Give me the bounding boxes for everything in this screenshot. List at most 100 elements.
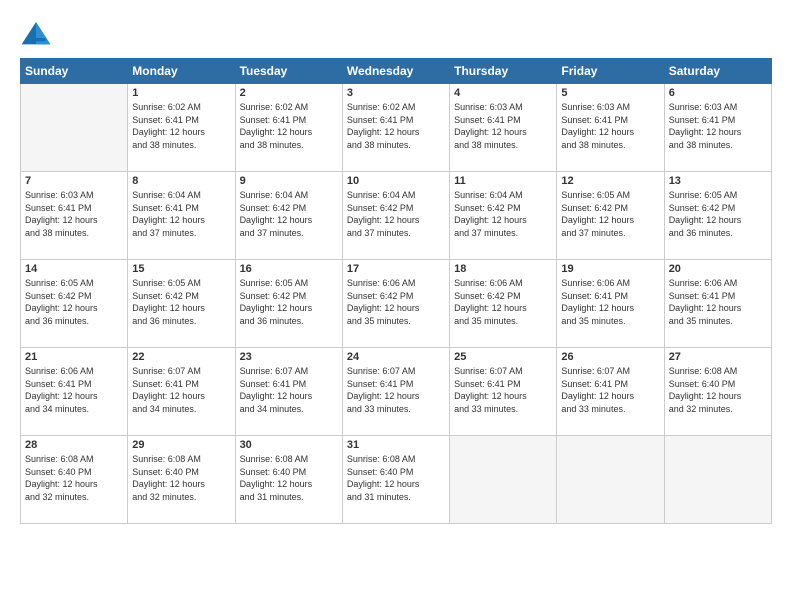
calendar-cell: 7Sunrise: 6:03 AM Sunset: 6:41 PM Daylig… [21, 172, 128, 260]
day-info: Sunrise: 6:03 AM Sunset: 6:41 PM Dayligh… [669, 101, 767, 151]
calendar-cell: 30Sunrise: 6:08 AM Sunset: 6:40 PM Dayli… [235, 436, 342, 524]
day-number: 6 [669, 87, 767, 99]
calendar-cell: 18 Sunrise: 6:06 AM Sunset: 6:42 PM Dayli… [450, 260, 557, 348]
day-info: Sunrise: 6:07 AM Sunset: 6:41 PM Dayligh… [347, 365, 445, 415]
calendar-cell [664, 436, 771, 524]
day-info: Sunrise: 6:08 AM Sunset: 6:40 PM Dayligh… [347, 453, 445, 503]
calendar-cell: 21 Sunrise: 6:06 AM Sunset: 6:41 PM Dayli… [21, 348, 128, 436]
day-info: Sunrise: 6:03 AM Sunset: 6:41 PM Dayligh… [454, 101, 552, 151]
day-info: Sunrise: 6:03 AM Sunset: 6:41 PM Dayligh… [561, 101, 659, 151]
day-info: Sunrise: 6:07 AM Sunset: 6:41 PM Dayligh… [561, 365, 659, 415]
day-info: Sunrise: 6:05 AM Sunset: 6:42 PM Dayligh… [240, 277, 338, 327]
day-number: 11 [454, 175, 552, 187]
day-info: Sunrise: 6:06 AM Sunset: 6:42 PM Dayligh… [347, 277, 445, 327]
calendar-cell: 26 Sunrise: 6:07 AM Sunset: 6:41 PM Dayli… [557, 348, 664, 436]
day-number: 4 [454, 87, 552, 99]
day-number: 14 [25, 263, 123, 275]
day-number: 30 [240, 439, 338, 451]
day-info: Sunrise: 6:06 AM Sunset: 6:41 PM Dayligh… [669, 277, 767, 327]
calendar-cell: 19 Sunrise: 6:06 AM Sunset: 6:41 PM Dayli… [557, 260, 664, 348]
calendar-header-tuesday: Tuesday [235, 59, 342, 84]
day-number: 10 [347, 175, 445, 187]
day-info: Sunrise: 6:07 AM Sunset: 6:41 PM Dayligh… [132, 365, 230, 415]
calendar-header-sunday: Sunday [21, 59, 128, 84]
day-number: 27 [669, 351, 767, 363]
calendar-header-row: SundayMondayTuesdayWednesdayThursdayFrid… [21, 59, 772, 84]
day-number: 28 [25, 439, 123, 451]
calendar-cell [21, 84, 128, 172]
day-info: Sunrise: 6:08 AM Sunset: 6:40 PM Dayligh… [25, 453, 123, 503]
page: SundayMondayTuesdayWednesdayThursdayFrid… [0, 0, 792, 612]
day-number: 17 [347, 263, 445, 275]
day-number: 9 [240, 175, 338, 187]
calendar-cell [450, 436, 557, 524]
day-info: Sunrise: 6:07 AM Sunset: 6:41 PM Dayligh… [454, 365, 552, 415]
logo-icon [20, 20, 52, 48]
day-number: 19 [561, 263, 659, 275]
calendar-cell: 10 Sunrise: 6:04 AM Sunset: 6:42 PM Dayli… [342, 172, 449, 260]
day-info: Sunrise: 6:02 AM Sunset: 6:41 PM Dayligh… [347, 101, 445, 151]
day-info: Sunrise: 6:02 AM Sunset: 6:41 PM Dayligh… [240, 101, 338, 151]
day-info: Sunrise: 6:06 AM Sunset: 6:41 PM Dayligh… [25, 365, 123, 415]
calendar-cell: 12 Sunrise: 6:05 AM Sunset: 6:42 PM Dayli… [557, 172, 664, 260]
calendar-cell: 23 Sunrise: 6:07 AM Sunset: 6:41 PM Dayli… [235, 348, 342, 436]
day-info: Sunrise: 6:04 AM Sunset: 6:42 PM Dayligh… [347, 189, 445, 239]
day-number: 20 [669, 263, 767, 275]
header [20, 20, 772, 48]
day-info: Sunrise: 6:07 AM Sunset: 6:41 PM Dayligh… [240, 365, 338, 415]
day-info: Sunrise: 6:05 AM Sunset: 6:42 PM Dayligh… [132, 277, 230, 327]
day-info: Sunrise: 6:06 AM Sunset: 6:42 PM Dayligh… [454, 277, 552, 327]
day-number: 3 [347, 87, 445, 99]
calendar-cell: 24Sunrise: 6:07 AM Sunset: 6:41 PM Dayli… [342, 348, 449, 436]
day-number: 12 [561, 175, 659, 187]
day-info: Sunrise: 6:08 AM Sunset: 6:40 PM Dayligh… [132, 453, 230, 503]
day-info: Sunrise: 6:06 AM Sunset: 6:41 PM Dayligh… [561, 277, 659, 327]
calendar-cell: 8Sunrise: 6:04 AM Sunset: 6:41 PM Daylig… [128, 172, 235, 260]
day-number: 18 [454, 263, 552, 275]
calendar-cell: 15 Sunrise: 6:05 AM Sunset: 6:42 PM Dayli… [128, 260, 235, 348]
day-number: 21 [25, 351, 123, 363]
day-number: 26 [561, 351, 659, 363]
calendar-cell: 20 Sunrise: 6:06 AM Sunset: 6:41 PM Dayli… [664, 260, 771, 348]
calendar-week-4: 21 Sunrise: 6:06 AM Sunset: 6:41 PM Dayli… [21, 348, 772, 436]
calendar-cell: 13Sunrise: 6:05 AM Sunset: 6:42 PM Dayli… [664, 172, 771, 260]
day-number: 22 [132, 351, 230, 363]
calendar-week-3: 14 Sunrise: 6:05 AM Sunset: 6:42 PM Dayli… [21, 260, 772, 348]
calendar-table: SundayMondayTuesdayWednesdayThursdayFrid… [20, 58, 772, 524]
day-info: Sunrise: 6:08 AM Sunset: 6:40 PM Dayligh… [669, 365, 767, 415]
calendar-cell [557, 436, 664, 524]
day-number: 23 [240, 351, 338, 363]
day-number: 8 [132, 175, 230, 187]
calendar-cell: 29 Sunrise: 6:08 AM Sunset: 6:40 PM Dayli… [128, 436, 235, 524]
calendar-cell: 5 Sunrise: 6:03 AM Sunset: 6:41 PM Daylig… [557, 84, 664, 172]
day-number: 15 [132, 263, 230, 275]
calendar-header-wednesday: Wednesday [342, 59, 449, 84]
calendar-cell: 27 Sunrise: 6:08 AM Sunset: 6:40 PM Dayli… [664, 348, 771, 436]
day-info: Sunrise: 6:04 AM Sunset: 6:42 PM Dayligh… [454, 189, 552, 239]
day-number: 13 [669, 175, 767, 187]
day-info: Sunrise: 6:05 AM Sunset: 6:42 PM Dayligh… [561, 189, 659, 239]
calendar-cell: 11 Sunrise: 6:04 AM Sunset: 6:42 PM Dayli… [450, 172, 557, 260]
day-number: 31 [347, 439, 445, 451]
day-number: 2 [240, 87, 338, 99]
calendar-header-friday: Friday [557, 59, 664, 84]
calendar-cell: 25Sunrise: 6:07 AM Sunset: 6:41 PM Dayli… [450, 348, 557, 436]
day-number: 29 [132, 439, 230, 451]
day-number: 5 [561, 87, 659, 99]
calendar-cell: 31 Sunrise: 6:08 AM Sunset: 6:40 PM Dayli… [342, 436, 449, 524]
calendar-cell: 3 Sunrise: 6:02 AM Sunset: 6:41 PM Daylig… [342, 84, 449, 172]
calendar-cell: 2 Sunrise: 6:02 AM Sunset: 6:41 PM Daylig… [235, 84, 342, 172]
logo [20, 20, 56, 48]
day-info: Sunrise: 6:02 AM Sunset: 6:41 PM Dayligh… [132, 101, 230, 151]
calendar-cell: 22 Sunrise: 6:07 AM Sunset: 6:41 PM Dayli… [128, 348, 235, 436]
calendar-cell: 16 Sunrise: 6:05 AM Sunset: 6:42 PM Dayli… [235, 260, 342, 348]
calendar-cell: 1Sunrise: 6:02 AM Sunset: 6:41 PM Daylig… [128, 84, 235, 172]
calendar-week-1: 1Sunrise: 6:02 AM Sunset: 6:41 PM Daylig… [21, 84, 772, 172]
calendar-cell: 9Sunrise: 6:04 AM Sunset: 6:42 PM Daylig… [235, 172, 342, 260]
calendar-week-5: 28 Sunrise: 6:08 AM Sunset: 6:40 PM Dayli… [21, 436, 772, 524]
calendar-cell: 17 Sunrise: 6:06 AM Sunset: 6:42 PM Dayli… [342, 260, 449, 348]
calendar-week-2: 7Sunrise: 6:03 AM Sunset: 6:41 PM Daylig… [21, 172, 772, 260]
day-number: 7 [25, 175, 123, 187]
calendar-cell: 14Sunrise: 6:05 AM Sunset: 6:42 PM Dayli… [21, 260, 128, 348]
day-number: 16 [240, 263, 338, 275]
